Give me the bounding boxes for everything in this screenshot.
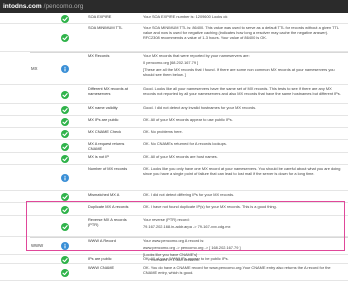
row-test-name: Mismatched MX A	[88, 192, 120, 197]
check-icon	[61, 106, 69, 114]
check-icon	[61, 142, 69, 151]
info-icon	[61, 64, 69, 73]
row-message: OK. All of your MX records are host name…	[143, 154, 345, 160]
report-row: MX name validity Good. I did not detect a…	[0, 104, 348, 116]
row-test-name: MX CNAME Check	[88, 129, 122, 134]
report-row: MX CNAME Check OK. No problems here.	[0, 128, 348, 140]
row-test-name: MX IPs are public	[88, 117, 119, 122]
row-message-line: OK. No problems here.	[143, 129, 183, 134]
row-message: OK. Looks like you only have one MX reco…	[143, 166, 345, 177]
row-message: Your MX records that were reported by yo…	[143, 53, 345, 78]
report-row: MX MX Records Your MX records that were re…	[0, 52, 348, 85]
report-row: Number of MX records OK. Looks like you o…	[0, 165, 348, 191]
highlight-box	[26, 201, 345, 251]
row-message-line: 0 pencomo.org [68.202.167.79 ]	[143, 59, 199, 65]
report-row: SOA MINIMUM TTL Your SOA MINIMUM TTL is: …	[0, 24, 348, 52]
row-test-name: MX A request returns CNAME	[88, 141, 125, 151]
row-message-line: OK. All of your MX records appear to use…	[143, 117, 233, 122]
window-path: /pencomo.org	[43, 3, 84, 10]
check-icon	[61, 34, 69, 42]
row-message-line: OK. I did not detect differing IPs for y…	[143, 192, 235, 197]
check-icon	[61, 130, 69, 138]
row-message: Good. Looks like all your nameservers ha…	[143, 86, 345, 97]
row-test-name: MX name validity	[88, 105, 118, 110]
info-icon	[61, 174, 69, 182]
row-message-line: OK. No CNAMEs returned for A records loo…	[143, 141, 227, 146]
processed-time: Processed in 1.588 seconds.	[148, 257, 200, 262]
row-message-line: Good. Looks like all your nameservers ha…	[143, 86, 341, 96]
row-test-name: MX Records	[88, 53, 110, 58]
row-message-line: Good. I did not detect any invalid hostn…	[143, 105, 257, 110]
report-row: WWW CNAME OK. You do have a CNAME record …	[0, 264, 348, 281]
row-message: OK. No CNAMEs returned for A records loo…	[143, 141, 345, 147]
row-test-name: Number of MX records	[88, 166, 128, 171]
check-icon	[61, 118, 69, 126]
report-row: SOA EXPIRE Your SOA EXPIRE number is: 120…	[0, 13, 348, 24]
check-icon	[61, 268, 69, 277]
row-message: Your SOA MINIMUM TTL is: 86400. This val…	[143, 25, 345, 41]
row-message: OK. You do have a CNAME record for www.p…	[143, 265, 345, 276]
report-row: MX is not IP OK. All of your MX records a…	[0, 153, 348, 165]
row-message-line: OK. Looks like you only have one MX reco…	[143, 166, 341, 176]
row-category: MX	[31, 65, 38, 71]
row-message-line: OK. You do have a CNAME record for www.p…	[143, 265, 331, 275]
row-message-line: [These are all the MX records that I fou…	[143, 66, 335, 77]
window-host: intodns.com	[3, 3, 42, 10]
row-test-name: WWW CNAME	[88, 265, 115, 270]
report-row: Different MX records at nameservers Good.…	[0, 85, 348, 104]
row-test-name: SOA EXPIRE	[88, 14, 112, 19]
check-icon	[61, 155, 69, 163]
check-icon	[61, 193, 69, 201]
row-test-name: SOA MINIMUM TTL	[88, 25, 123, 30]
row-message-line: Your SOA MINIMUM TTL is: 86400. This val…	[143, 25, 339, 40]
row-message-line: OK. All of your MX records are host name…	[143, 154, 218, 159]
check-icon	[61, 90, 69, 99]
row-message-line: Your SOA EXPIRE number is: 1209600 Looks…	[143, 14, 228, 19]
row-message: OK. All of your MX records appear to use…	[143, 117, 345, 123]
section-divider	[30, 52, 348, 53]
report-row: MX IPs are public OK. All of your MX reco…	[0, 116, 348, 128]
check-icon	[61, 14, 69, 23]
report-row: MX A request returns CNAME OK. No CNAMEs …	[0, 140, 348, 153]
row-message-line: Your MX records that were reported by yo…	[143, 53, 250, 58]
row-message: Good. I did not detect any invalid hostn…	[143, 105, 345, 111]
row-test-name: Different MX records at nameservers	[88, 86, 128, 96]
row-test-name: MX is not IP	[88, 154, 109, 159]
row-message: Your SOA EXPIRE number is: 1209600 Looks…	[143, 14, 345, 20]
window-title-bar: intodns.com/pencomo.org	[0, 0, 348, 13]
row-message: OK. No problems here.	[143, 129, 345, 135]
row-message: OK. I did not detect differing IPs for y…	[143, 192, 345, 198]
